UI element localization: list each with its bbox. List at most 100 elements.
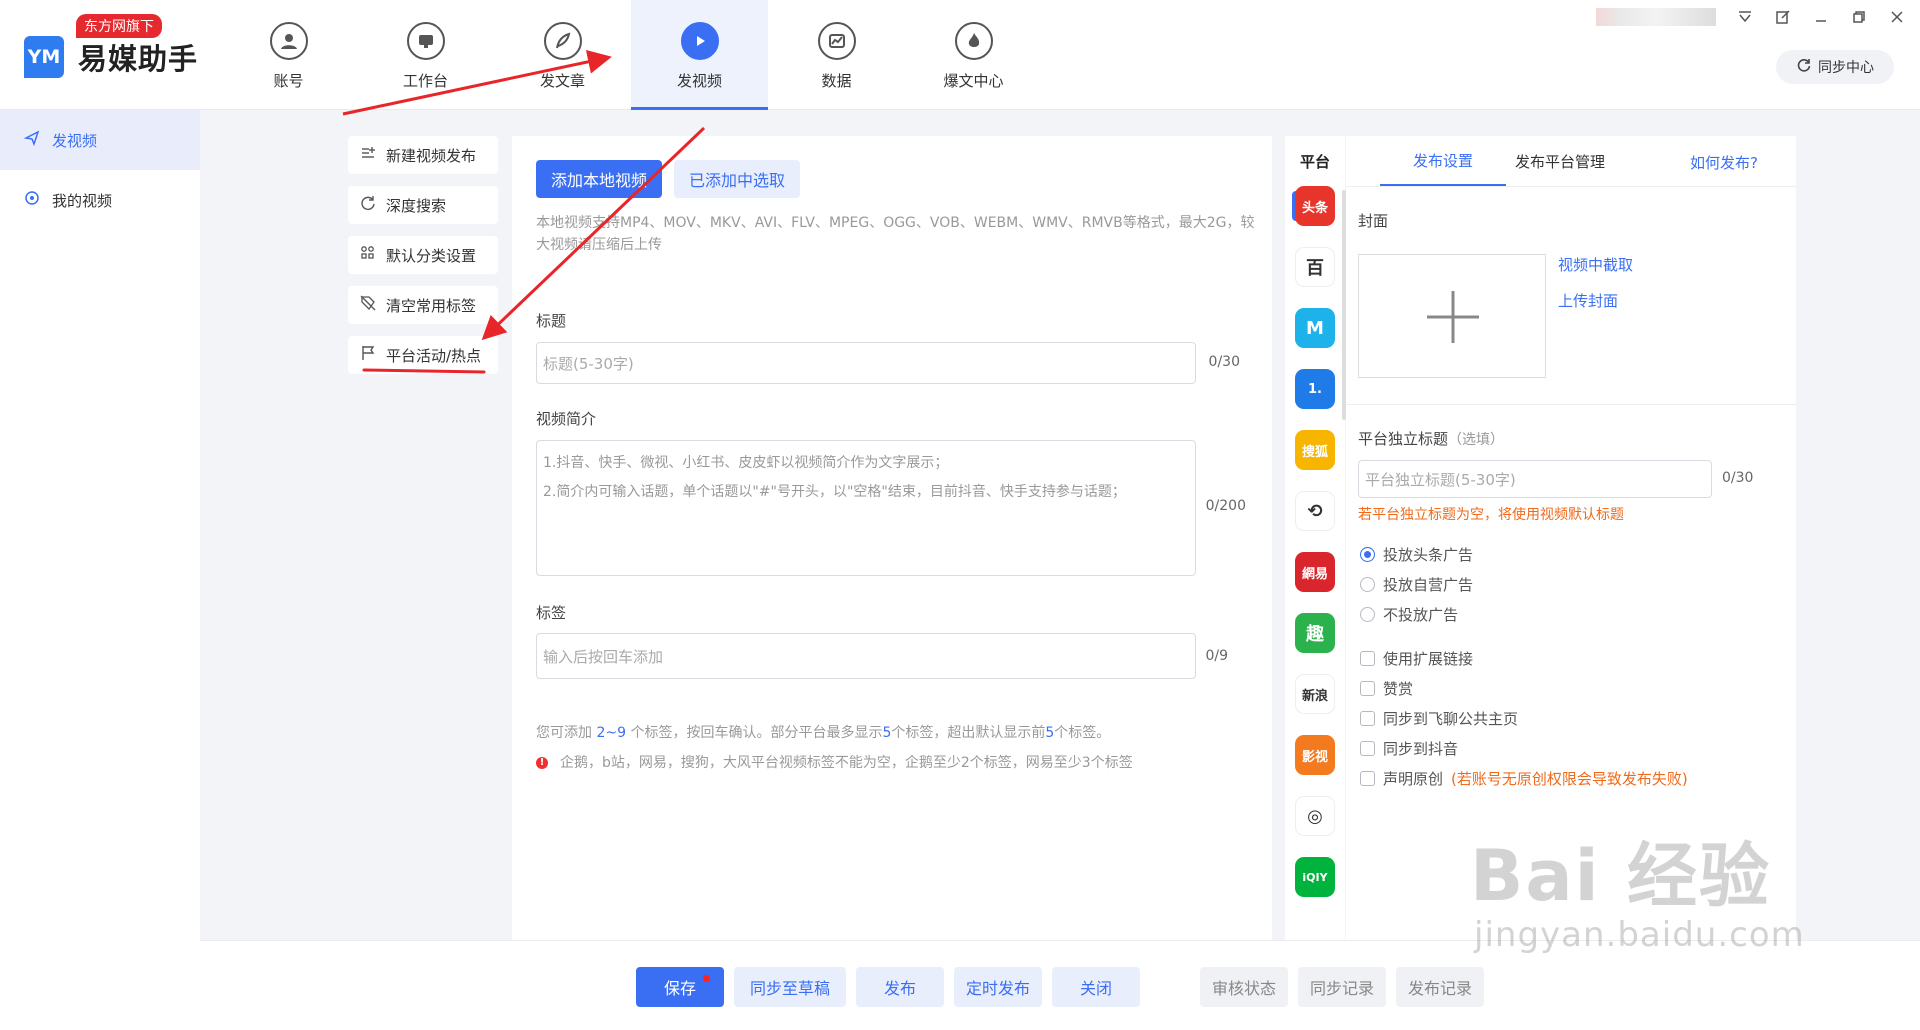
new-video-publish-button[interactable]: 新建视频发布 (348, 136, 498, 174)
sync-draft-button[interactable]: 同步至草稿 (734, 967, 846, 1007)
radio[interactable] (1360, 607, 1375, 622)
send-icon (23, 130, 40, 150)
target-icon (24, 190, 40, 210)
original-note: (若账号无原创权限会导致发布失败) (1451, 770, 1688, 788)
checkbox[interactable] (1360, 681, 1375, 696)
platform-title-input[interactable]: 平台独立标题(5-30字) (1358, 460, 1712, 498)
nav-label: 爆文中心 (943, 72, 1004, 90)
add-local-video-button[interactable]: 添加本地视频 (536, 160, 662, 198)
default-category-button[interactable]: 默认分类设置 (348, 236, 498, 274)
platform-sohu-icon[interactable]: 搜狐 (1295, 430, 1335, 470)
video-form: 添加本地视频 已添加中选取 本地视频支持MP4、MOV、MKV、AVI、FLV、… (512, 136, 1272, 940)
upload-cover-link[interactable]: 上传封面 (1558, 290, 1618, 311)
radio-selected[interactable] (1360, 547, 1375, 562)
tab-publish-settings[interactable]: 发布设置 (1380, 136, 1506, 186)
cover-upload-box[interactable] (1358, 254, 1546, 378)
radio[interactable] (1360, 577, 1375, 592)
checkbox[interactable] (1360, 651, 1375, 666)
restore-icon[interactable] (1850, 8, 1868, 26)
how-to-publish-link[interactable]: 如何发布? (1690, 152, 1758, 173)
platform-qie-icon[interactable]: ⟲ (1295, 491, 1335, 531)
grid-icon (360, 245, 376, 265)
checkbox[interactable] (1360, 771, 1375, 786)
title-label: 标题 (536, 312, 567, 330)
platform-title-counter: 0/30 (1722, 470, 1754, 486)
schedule-publish-button[interactable]: 定时发布 (954, 967, 1042, 1007)
option-label: 声明原创 (1383, 770, 1444, 788)
bottom-action-bar: 保存 同步至草稿 发布 定时发布 关闭 审核状态 同步记录 发布记录 (200, 940, 1920, 1030)
option-label: 使用扩展链接 (1383, 650, 1474, 668)
format-hint: 本地视频支持MP4、MOV、MKV、AVI、FLV、MPEG、OGG、VOB、W… (536, 215, 1255, 253)
sync-record-button[interactable]: 同步记录 (1298, 967, 1386, 1007)
platform-yidian-icon[interactable]: 1. (1295, 369, 1335, 409)
platform-dayu-icon[interactable]: M (1295, 308, 1335, 348)
user-avatar-blurred[interactable] (1596, 8, 1716, 26)
nav-article[interactable]: 发文章 (494, 0, 631, 110)
tags-hint-d: 个标签。 (1054, 725, 1111, 741)
window-controls (1596, 8, 1906, 26)
sidebar-item-publish-video[interactable]: 发视频 (0, 110, 200, 170)
platform-events-button[interactable]: 平台活动/热点 (348, 336, 498, 374)
deep-search-button[interactable]: 深度搜索 (348, 186, 498, 224)
logo-mark-icon: YM (24, 36, 64, 78)
close-button[interactable]: 关闭 (1052, 967, 1140, 1007)
title-input[interactable]: 标题(5-30字) (536, 342, 1196, 384)
sync-icon (1796, 57, 1812, 77)
tool-list: 新建视频发布 深度搜索 默认分类设置 清空常用标签 平台活动/热点 (348, 136, 498, 386)
tags-hint-range: 2~9 (596, 725, 626, 741)
tags-hint-b: 个标签，按回车确认。部分平台最多显示 (626, 725, 883, 741)
main-nav: 账号 工作台 发文章 发视频 数据 爆文中心 (220, 0, 1042, 110)
tab-platform-management[interactable]: 发布平台管理 (1490, 136, 1630, 186)
nav-video[interactable]: 发视频 (631, 0, 768, 110)
nav-account[interactable]: 账号 (220, 0, 357, 110)
review-status-button[interactable]: 审核状态 (1200, 967, 1288, 1007)
app-logo: YM 易媒助手 东方网旗下 (24, 14, 198, 78)
option-extended-link[interactable]: 使用扩展链接 (1360, 648, 1473, 669)
tool-label: 默认分类设置 (386, 246, 477, 265)
option-declare-original[interactable]: 声明原创 (若账号无原创权限会导致发布失败) (1360, 768, 1688, 789)
platform-wangyi-icon[interactable]: 網易 (1295, 552, 1335, 592)
nav-label: 发文章 (539, 72, 585, 90)
monitor-icon (406, 22, 445, 60)
dropdown-icon[interactable] (1736, 8, 1754, 26)
sidebar-item-my-videos[interactable]: 我的视频 (0, 170, 200, 230)
warning-icon: ! (536, 757, 548, 769)
ad-option-self[interactable]: 投放自营广告 (1360, 574, 1473, 595)
intro-counter: 0/200 (1205, 498, 1246, 514)
nav-workbench[interactable]: 工作台 (357, 0, 494, 110)
option-sync-douyin[interactable]: 同步到抖音 (1360, 738, 1458, 759)
nav-data[interactable]: 数据 (768, 0, 905, 110)
ad-option-toutiao[interactable]: 投放头条广告 (1360, 544, 1473, 565)
publish-record-button[interactable]: 发布记录 (1396, 967, 1484, 1007)
nav-hot[interactable]: 爆文中心 (905, 0, 1042, 110)
nav-label: 账号 (273, 72, 304, 90)
platform-fenghuang-icon[interactable]: ◎ (1295, 796, 1335, 836)
option-reward[interactable]: 赞赏 (1360, 678, 1413, 699)
tags-hint-five: 5 (1045, 725, 1055, 741)
option-sync-feiliao[interactable]: 同步到飞聊公共主页 (1360, 708, 1518, 729)
publish-button[interactable]: 发布 (856, 967, 944, 1007)
ad-option-label: 不投放广告 (1383, 606, 1459, 624)
platform-xinlang-icon[interactable]: 新浪 (1295, 674, 1335, 714)
platform-bilibili-like-icon[interactable]: 影视 (1295, 735, 1335, 775)
platform-iqiyi-icon[interactable]: iQIY (1295, 857, 1335, 897)
clear-tags-button[interactable]: 清空常用标签 (348, 286, 498, 324)
tags-placeholder: 输入后按回车添加 (543, 647, 664, 666)
checkbox[interactable] (1360, 711, 1375, 726)
platform-toutiao-icon[interactable]: 头条 (1295, 186, 1335, 226)
play-icon (680, 22, 719, 60)
intro-textarea[interactable]: 1.抖音、快手、微视、小红书、皮皮虾以视频简介作为文字展示； 2.简介内可输入话… (536, 440, 1196, 576)
publish-settings-panel: 发布设置 发布平台管理 如何发布? 封面 视频中截取 上传封面 平台独立标题（选… (1346, 136, 1796, 940)
select-from-added-button[interactable]: 已添加中选取 (674, 160, 800, 198)
ad-option-none[interactable]: 不投放广告 (1360, 604, 1458, 625)
save-button[interactable]: 保存 (636, 967, 724, 1007)
platform-baijia-icon[interactable]: 百 (1295, 247, 1335, 287)
sync-center-button[interactable]: 同步中心 (1776, 50, 1894, 84)
cover-from-video-link[interactable]: 视频中截取 (1558, 254, 1633, 275)
minimize-icon[interactable] (1812, 8, 1830, 26)
tags-input[interactable]: 输入后按回车添加 (536, 633, 1196, 679)
edit-icon[interactable] (1774, 8, 1792, 26)
close-icon[interactable] (1888, 8, 1906, 26)
checkbox[interactable] (1360, 741, 1375, 756)
platform-qutoutiao-icon[interactable]: 趣 (1295, 613, 1335, 653)
